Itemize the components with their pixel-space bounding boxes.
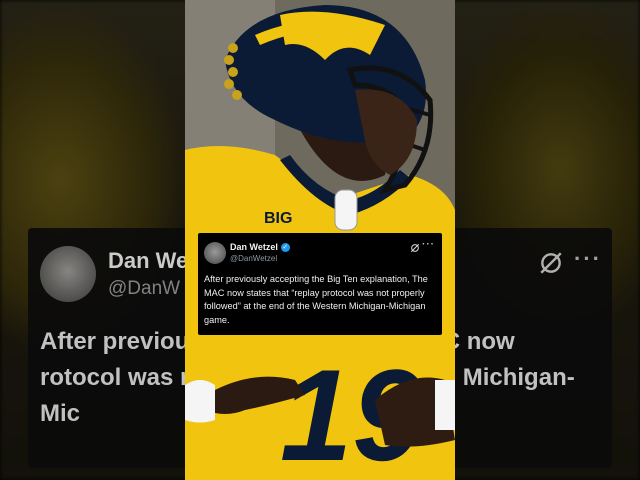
more-options-icon[interactable]: ···	[422, 239, 435, 250]
verified-badge-icon: ✓	[280, 242, 290, 252]
tweet-text: After previously accepting the Big Ten e…	[204, 274, 428, 325]
background-author-name: Dan We	[108, 248, 189, 273]
author-handle[interactable]: @DanWetzel	[230, 254, 277, 263]
background-avatar	[40, 246, 96, 302]
background-more-icon: ···	[574, 246, 602, 271]
background-author-handle: @DanW	[108, 278, 181, 299]
tweet-card[interactable]: Dan Wetzel ✓ @DanWetzel ··· After previo…	[198, 233, 442, 335]
grok-icon	[540, 252, 562, 274]
big-ten-logo: BIG	[264, 210, 292, 227]
grok-icon[interactable]	[410, 243, 420, 253]
author-name[interactable]: Dan Wetzel	[230, 242, 278, 252]
author-name-row: Dan Wetzel ✓	[230, 242, 290, 252]
author-avatar[interactable]	[204, 242, 226, 264]
